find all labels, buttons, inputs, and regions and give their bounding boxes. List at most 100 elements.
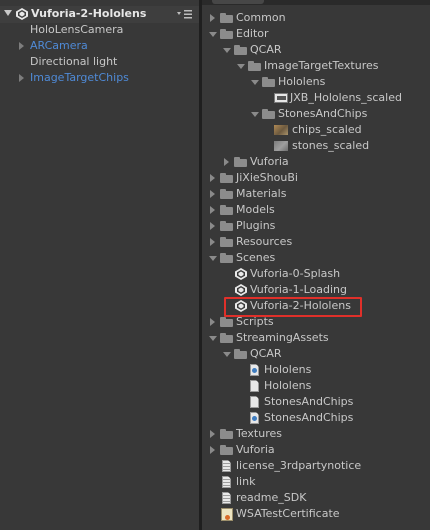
hierarchy-item-imagetargetchips[interactable]: ImageTargetChips	[30, 70, 129, 86]
file-icon	[250, 380, 259, 392]
scene-vuforia-1-loading[interactable]: Vuforia-1-Loading	[202, 282, 430, 298]
folder-icon	[248, 61, 261, 71]
scene-menu-icon[interactable]	[177, 8, 193, 20]
folder-imagetargettextures[interactable]: ImageTargetTextures	[202, 58, 430, 74]
data-file-icon	[250, 364, 259, 376]
expand-arrow-icon[interactable]	[210, 446, 215, 454]
scene-header[interactable]: Vuforia-2-Hololens	[0, 6, 199, 23]
expand-arrow-icon[interactable]	[210, 190, 215, 198]
expand-arrow-icon[interactable]	[210, 206, 215, 214]
folder-icon	[220, 173, 233, 183]
tree-item-label: StreamingAssets	[236, 331, 329, 344]
texture-stones-scaled[interactable]: stones_scaled	[202, 138, 430, 154]
folder-icon	[262, 109, 275, 119]
folder-icon	[262, 77, 275, 87]
expand-arrow-icon[interactable]	[210, 318, 215, 326]
collapse-arrow-icon[interactable]	[209, 256, 217, 261]
tree-item-label: WSATestCertificate	[236, 507, 340, 520]
file-hololens-dat[interactable]: Hololens	[202, 362, 430, 378]
unity-scene-icon	[16, 8, 28, 20]
tree-item-label: Hololens	[264, 379, 312, 392]
tree-item-label: QCAR	[250, 347, 282, 360]
arcamera-expand-arrow-icon[interactable]	[19, 42, 24, 50]
file-icon	[250, 396, 259, 408]
certificate-icon	[221, 508, 233, 521]
project-tab[interactable]	[212, 0, 264, 4]
tree-item-label: QCAR	[250, 43, 282, 56]
folder-textures[interactable]: Textures	[202, 426, 430, 442]
folder-icon	[220, 253, 233, 263]
folder-icon	[220, 317, 233, 327]
collapse-arrow-icon[interactable]	[237, 64, 245, 69]
tree-item-label: Plugins	[236, 219, 276, 232]
tree-item-label: Vuforia-1-Loading	[250, 283, 348, 296]
folder-hololens[interactable]: Hololens	[202, 74, 430, 90]
hierarchy-panel: Vuforia-2-Hololens HoloLensCamera ARCame…	[0, 0, 199, 530]
folder-icon	[234, 349, 247, 359]
tree-item-label: ImageTargetTextures	[264, 59, 379, 72]
tree-item-label: Vuforia	[236, 443, 275, 456]
folder-plugins[interactable]: Plugins	[202, 218, 430, 234]
project-tab-strip	[202, 0, 430, 5]
folder-jixieshoubi[interactable]: JiXieShouBi	[202, 170, 430, 186]
expand-arrow-icon[interactable]	[210, 14, 215, 22]
tree-item-label: StonesAndChips	[278, 107, 368, 120]
tree-item-label: Vuforia	[250, 155, 289, 168]
folder-icon	[234, 157, 247, 167]
collapse-arrow-icon[interactable]	[223, 48, 231, 53]
folder-common[interactable]: Common	[202, 10, 430, 26]
collapse-arrow-icon[interactable]	[251, 112, 259, 117]
text-file-icon	[222, 476, 231, 488]
tree-item-label: link	[236, 475, 256, 488]
folder-editor[interactable]: Editor	[202, 26, 430, 42]
expand-arrow-icon[interactable]	[224, 158, 229, 166]
file-wsatestcertificate[interactable]: WSATestCertificate	[202, 506, 430, 522]
file-stonesandchips-dat[interactable]: StonesAndChips	[202, 410, 430, 426]
expand-arrow-icon[interactable]	[210, 222, 215, 230]
folder-materials[interactable]: Materials	[202, 186, 430, 202]
texture-jxb-hololens-scaled[interactable]: JXB_Hololens_scaled	[202, 90, 430, 106]
tree-item-label: Editor	[236, 27, 269, 40]
folder-streamingassets[interactable]: StreamingAssets	[202, 330, 430, 346]
hierarchy-item-arcamera[interactable]: ARCamera	[30, 38, 88, 54]
unity-scene-icon	[235, 268, 247, 280]
folder-editor-vuforia[interactable]: Vuforia	[202, 154, 430, 170]
hierarchy-item-directional-light[interactable]: Directional light	[30, 54, 117, 70]
expand-arrow-icon[interactable]	[210, 430, 215, 438]
file-readme-sdk[interactable]: readme_SDK	[202, 490, 430, 506]
scene-collapse-arrow-icon[interactable]	[4, 10, 12, 16]
folder-icon	[234, 45, 247, 55]
imagetargetchips-expand-arrow-icon[interactable]	[19, 74, 24, 82]
tree-item-label: license_3rdpartynotice	[236, 459, 362, 472]
collapse-arrow-icon[interactable]	[209, 32, 217, 37]
folder-icon	[220, 333, 233, 343]
scene-name: Vuforia-2-Hololens	[31, 7, 147, 20]
folder-models[interactable]: Models	[202, 202, 430, 218]
collapse-arrow-icon[interactable]	[223, 352, 231, 357]
file-link[interactable]: link	[202, 474, 430, 490]
text-file-icon	[222, 460, 231, 472]
folder-streamingassets-qcar[interactable]: QCAR	[202, 346, 430, 362]
project-panel: Common Editor QCAR ImageTargetTextures H…	[202, 0, 430, 530]
expand-arrow-icon[interactable]	[210, 174, 215, 182]
folder-scenes[interactable]: Scenes	[202, 250, 430, 266]
folder-resources[interactable]: Resources	[202, 234, 430, 250]
file-hololens-xml[interactable]: Hololens	[202, 378, 430, 394]
folder-stonesandchips[interactable]: StonesAndChips	[202, 106, 430, 122]
folder-icon	[220, 429, 233, 439]
collapse-arrow-icon[interactable]	[251, 80, 259, 85]
folder-vuforia[interactable]: Vuforia	[202, 442, 430, 458]
image-thumbnail-icon	[274, 93, 288, 103]
texture-chips-scaled[interactable]: chips_scaled	[202, 122, 430, 138]
file-license-3rdpartynotice[interactable]: license_3rdpartynotice	[202, 458, 430, 474]
file-stonesandchips-xml[interactable]: StonesAndChips	[202, 394, 430, 410]
folder-icon	[220, 445, 233, 455]
hierarchy-item-hololenscamera[interactable]: HoloLensCamera	[30, 22, 123, 38]
unity-scene-icon	[235, 284, 247, 296]
folder-qcar[interactable]: QCAR	[202, 42, 430, 58]
expand-arrow-icon[interactable]	[210, 238, 215, 246]
folder-icon	[220, 29, 233, 39]
collapse-arrow-icon[interactable]	[209, 336, 217, 341]
scene-vuforia-0-splash[interactable]: Vuforia-0-Splash	[202, 266, 430, 282]
tree-item-label: StonesAndChips	[264, 411, 354, 424]
